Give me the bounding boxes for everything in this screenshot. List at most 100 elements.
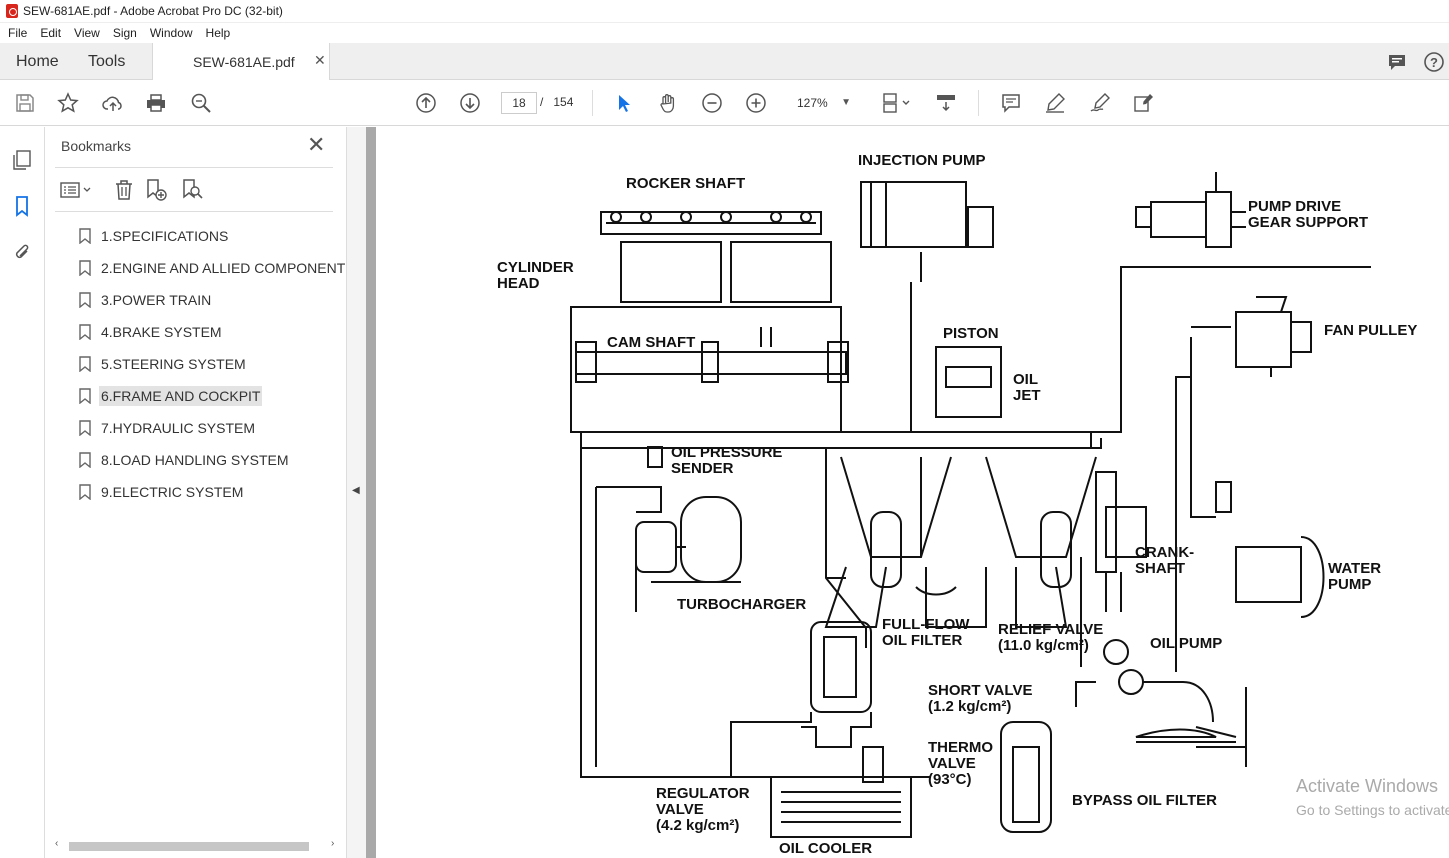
scrollbar-thumb[interactable]: [69, 842, 309, 851]
label-thermo: THERMO: [928, 739, 993, 756]
label-regulator-pressure: (4.2 kg/cm²): [656, 817, 739, 834]
zoom-out-icon[interactable]: [699, 91, 725, 115]
bookmark-icon: [79, 452, 91, 468]
close-tab-icon[interactable]: ✕: [314, 52, 326, 69]
panel-splitter[interactable]: ◀: [346, 127, 366, 858]
left-rail: [0, 127, 45, 858]
bookmarks-toolbar: [55, 175, 335, 205]
star-icon[interactable]: [55, 91, 81, 115]
horizontal-scrollbar[interactable]: ‹ ›: [55, 838, 341, 854]
cloud-upload-icon[interactable]: [100, 91, 126, 115]
page-display-icon[interactable]: [878, 91, 914, 115]
label-gear-support: GEAR SUPPORT: [1248, 214, 1368, 231]
bookmark-label: 4.BRAKE SYSTEM: [101, 324, 222, 340]
label-water: WATER: [1328, 560, 1381, 577]
label-shaft: SHAFT: [1135, 560, 1185, 577]
bookmark-item[interactable]: 9.ELECTRIC SYSTEM: [75, 478, 345, 506]
bookmark-icon: [79, 356, 91, 372]
bookmark-label: 5.STEERING SYSTEM: [101, 356, 246, 372]
next-page-icon[interactable]: [457, 91, 483, 115]
bookmark-label: 1.SPECIFICATIONS: [101, 228, 229, 244]
previous-page-icon[interactable]: [413, 91, 439, 115]
zoom-level-select[interactable]: 127% ▼: [785, 92, 857, 114]
label-thermo-temp: (93°C): [928, 771, 972, 788]
page-number-input[interactable]: 18: [501, 92, 537, 114]
title-bar: SEW-681AE.pdf - Adobe Acrobat Pro DC (32…: [0, 0, 1449, 23]
label-cam-shaft: CAM SHAFT: [607, 334, 695, 351]
label-pump: PUMP: [1328, 576, 1371, 593]
bookmark-icon: [79, 324, 91, 340]
chevron-down-icon: ▼: [841, 97, 851, 108]
save-icon[interactable]: [12, 91, 38, 115]
label-regulator: REGULATOR: [656, 785, 750, 802]
bookmark-icon: [79, 388, 91, 404]
bookmarks-panel: Bookmarks ✕ 1.SPECIFICATIONS 2.ENGINE AN…: [45, 127, 346, 858]
new-bookmark-icon[interactable]: [143, 177, 169, 203]
search-bookmark-icon[interactable]: [179, 177, 205, 203]
label-crank: CRANK-: [1135, 544, 1194, 561]
hand-tool-icon[interactable]: [655, 91, 681, 115]
zoom-level-value: 127%: [797, 96, 828, 110]
bookmark-item[interactable]: 7.HYDRAULIC SYSTEM: [75, 414, 345, 442]
scroll-mode-icon[interactable]: [933, 91, 959, 115]
scroll-right-icon[interactable]: ›: [331, 838, 334, 849]
highlight-pen-icon[interactable]: [1042, 91, 1068, 115]
bookmark-item[interactable]: 2.ENGINE AND ALLIED COMPONENT: [75, 254, 345, 282]
print-icon[interactable]: [143, 91, 169, 115]
delete-bookmark-icon[interactable]: [111, 177, 137, 203]
bookmark-item[interactable]: 5.STEERING SYSTEM: [75, 350, 345, 378]
label-relief-pressure: (11.0 kg/cm²): [998, 637, 1089, 654]
bookmark-item[interactable]: 8.LOAD HANDLING SYSTEM: [75, 446, 345, 474]
label-oil: OIL: [1013, 371, 1038, 388]
menu-bar: File Edit View Sign Window Help: [0, 23, 1449, 43]
bookmark-label: 8.LOAD HANDLING SYSTEM: [101, 452, 289, 468]
menu-sign[interactable]: Sign: [113, 26, 137, 40]
menu-window[interactable]: Window: [150, 26, 193, 40]
zoom-search-icon[interactable]: [188, 91, 214, 115]
toolbar: 18 / 154 127% ▼: [0, 80, 1449, 126]
zoom-in-icon[interactable]: [743, 91, 769, 115]
edit-pdf-icon[interactable]: [1131, 91, 1157, 115]
select-cursor-icon[interactable]: [611, 91, 637, 115]
label-oil-pressure: OIL PRESSURE: [671, 444, 782, 461]
bookmark-panel-icon[interactable]: [11, 195, 35, 219]
label-oil-filter: OIL FILTER: [882, 632, 962, 649]
bookmark-label: 6.FRAME AND COCKPIT: [99, 386, 263, 406]
bookmark-icon: [79, 228, 91, 244]
label-sender: SENDER: [671, 460, 734, 477]
page-thumbnails-icon[interactable]: [11, 149, 35, 173]
comment-bubble-icon[interactable]: [1386, 51, 1408, 73]
menu-file[interactable]: File: [8, 26, 27, 40]
bookmark-item[interactable]: 3.POWER TRAIN: [75, 286, 345, 314]
label-head: HEAD: [497, 275, 540, 292]
add-comment-icon[interactable]: [998, 91, 1024, 115]
bookmark-label: 2.ENGINE AND ALLIED COMPONENT: [101, 260, 345, 276]
label-regulator-valve: VALVE: [656, 801, 704, 818]
toolbar-divider: [592, 90, 593, 116]
menu-edit[interactable]: Edit: [40, 26, 61, 40]
tab-bar: Home Tools SEW-681AE.pdf ✕ ?: [0, 43, 1449, 80]
label-piston: PISTON: [943, 325, 999, 342]
label-turbocharger: TURBOCHARGER: [677, 596, 806, 613]
tab-tools[interactable]: Tools: [88, 53, 125, 71]
bookmark-item[interactable]: 1.SPECIFICATIONS: [75, 222, 345, 250]
attachment-paperclip-icon[interactable]: [11, 241, 35, 265]
tab-document[interactable]: SEW-681AE.pdf ✕: [152, 43, 330, 80]
help-icon[interactable]: ?: [1423, 51, 1445, 73]
bookmark-icon: [79, 484, 91, 500]
bookmark-item[interactable]: 4.BRAKE SYSTEM: [75, 318, 345, 346]
close-panel-icon[interactable]: ✕: [307, 133, 325, 157]
tab-home[interactable]: Home: [16, 53, 59, 71]
label-relief-valve: RELIEF VALVE: [998, 621, 1103, 638]
toolbar-divider: [978, 90, 979, 116]
label-fan-pulley: FAN PULLEY: [1324, 322, 1417, 339]
bookmark-options-icon[interactable]: [59, 177, 95, 203]
label-short-valve: SHORT VALVE: [928, 682, 1032, 699]
label-oil-cooler: OIL COOLER: [779, 840, 872, 857]
menu-view[interactable]: View: [74, 26, 100, 40]
scroll-left-icon[interactable]: ‹: [55, 838, 58, 849]
collapse-panel-icon[interactable]: ◀: [352, 485, 360, 496]
menu-help[interactable]: Help: [206, 26, 231, 40]
bookmark-item-selected[interactable]: 6.FRAME AND COCKPIT: [75, 382, 345, 410]
sign-pen-icon[interactable]: [1087, 91, 1113, 115]
